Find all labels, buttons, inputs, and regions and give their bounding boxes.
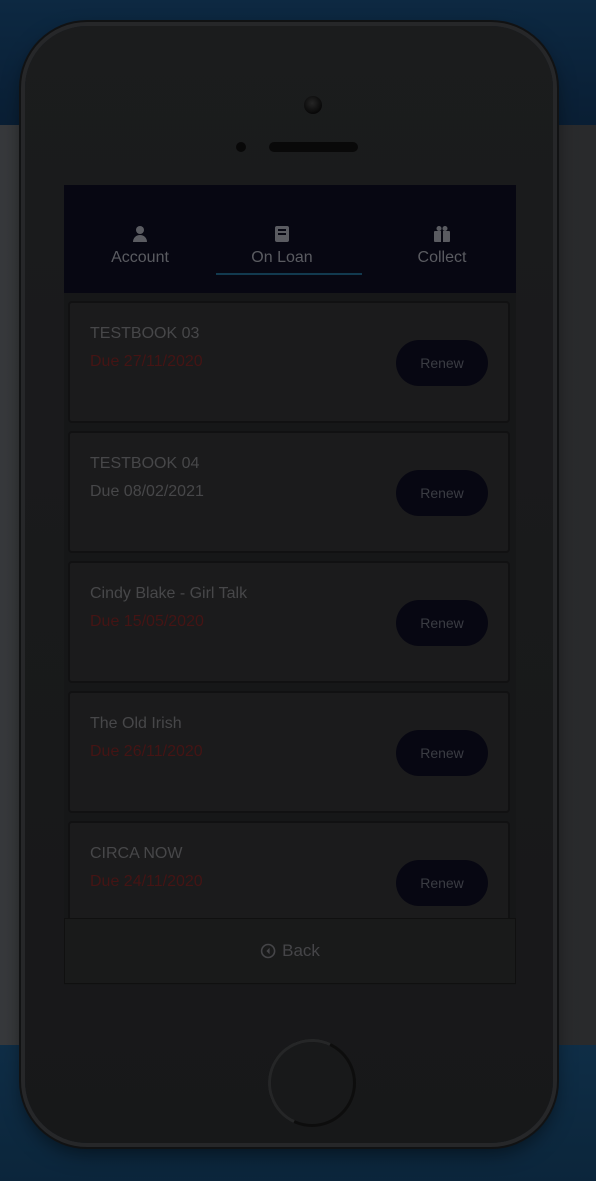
dim-overlay [0,0,596,1181]
